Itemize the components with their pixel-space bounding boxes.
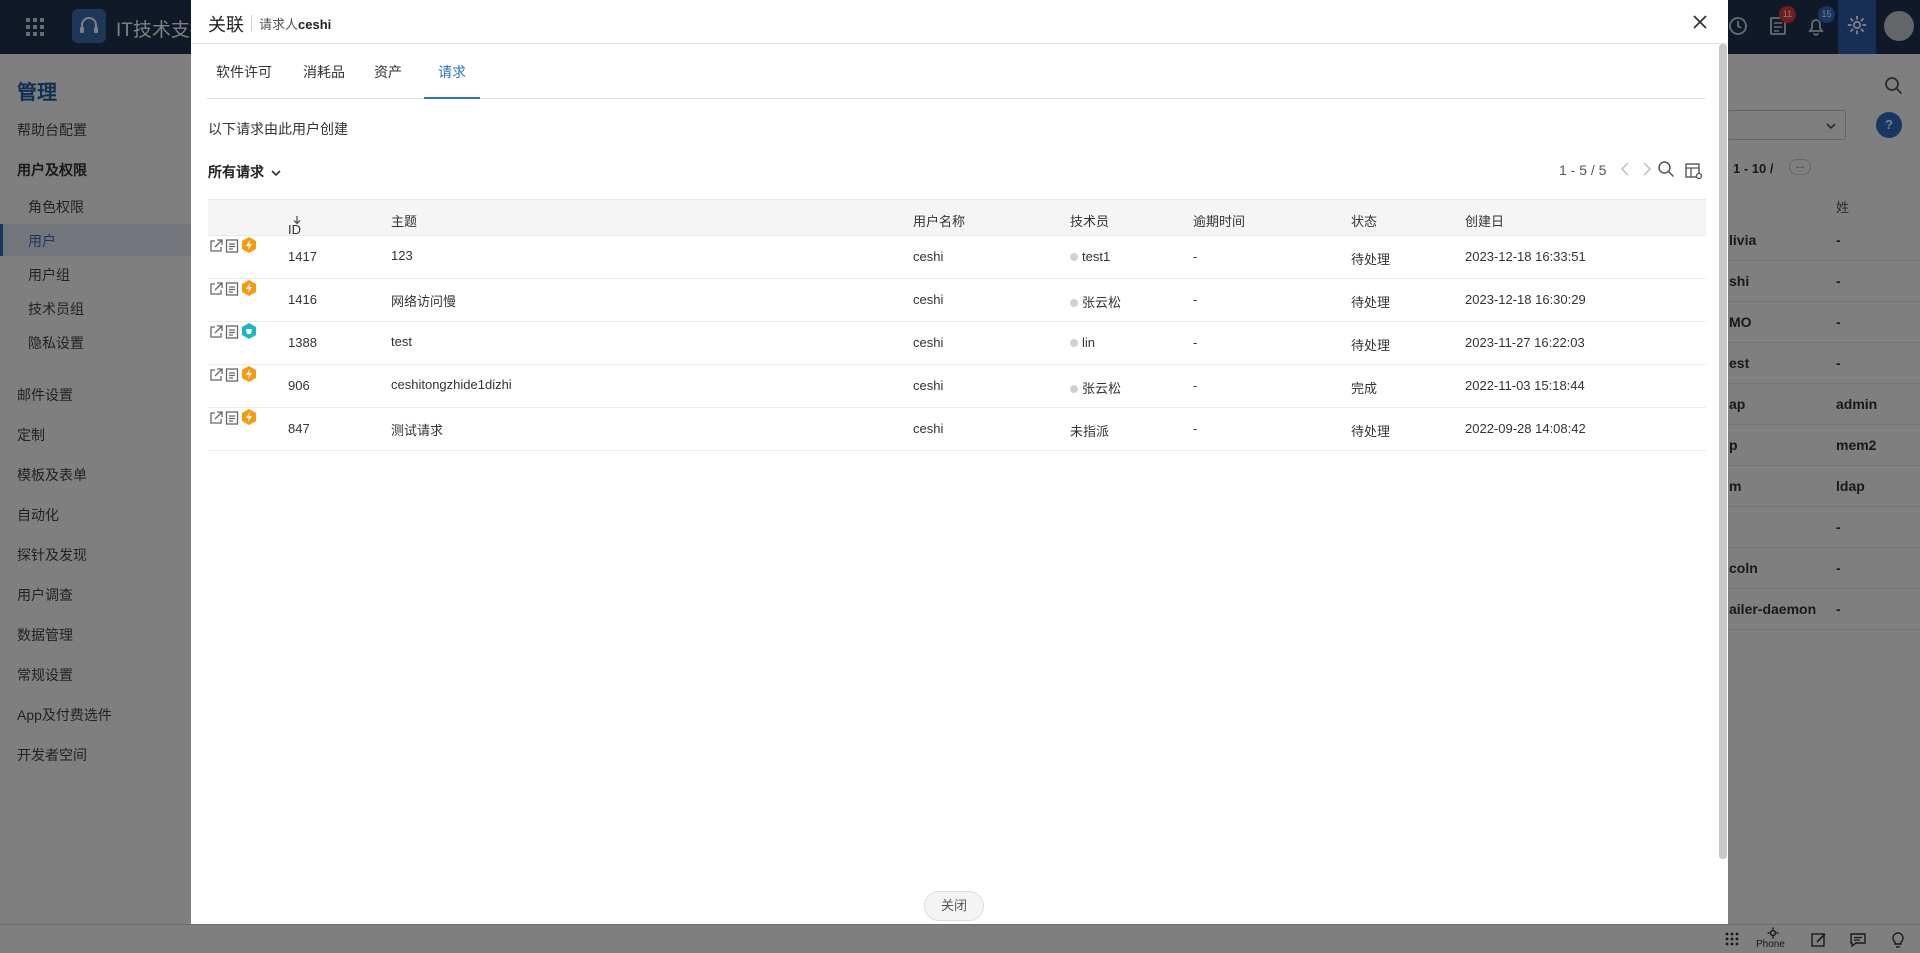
requester-label: 请求人 bbox=[259, 17, 299, 32]
presence-dot bbox=[1070, 252, 1078, 261]
request-user: ceshi bbox=[913, 421, 944, 436]
request-user: ceshi bbox=[913, 292, 944, 307]
request-filter-dropdown[interactable]: 所有请求 bbox=[208, 162, 282, 182]
column-header-id[interactable]: ID bbox=[288, 211, 302, 237]
request-status: 待处理 bbox=[1351, 338, 1391, 353]
request-due: - bbox=[1193, 249, 1198, 264]
column-header-created[interactable]: 创建日 bbox=[1465, 211, 1504, 230]
notes-icon[interactable] bbox=[224, 324, 240, 340]
request-id[interactable]: 847 bbox=[288, 421, 310, 436]
column-header-due[interactable]: 逾期时间 bbox=[1193, 211, 1245, 230]
tab-requests[interactable]: 请求 bbox=[424, 44, 480, 99]
notes-icon[interactable] bbox=[224, 367, 240, 383]
request-due: - bbox=[1193, 335, 1198, 350]
tab-bar: 软件许可 消耗品 资产 请求 bbox=[206, 44, 1706, 99]
request-technician: 张云松 bbox=[1070, 378, 1121, 397]
table-row[interactable]: 1417 123 ceshi test1 - 待处理 2023-12-18 16:33:51 bbox=[208, 236, 1706, 279]
open-external-icon[interactable] bbox=[208, 410, 224, 426]
request-technician: lin bbox=[1070, 335, 1095, 350]
presence-dot bbox=[1070, 384, 1078, 393]
dialog-title: 关联 bbox=[208, 15, 244, 35]
tab-software-licenses[interactable]: 软件许可 bbox=[206, 44, 282, 99]
scrollbar[interactable] bbox=[1719, 44, 1727, 859]
request-id[interactable]: 1388 bbox=[288, 335, 317, 350]
incident-icon bbox=[242, 280, 256, 296]
presence-dot bbox=[1070, 298, 1078, 307]
filter-label: 所有请求 bbox=[208, 164, 264, 180]
tab-consumables[interactable]: 消耗品 bbox=[292, 44, 356, 99]
request-due: - bbox=[1193, 421, 1198, 436]
intro-text: 以下请求由此用户创建 bbox=[208, 121, 348, 137]
column-header-status[interactable]: 状态 bbox=[1351, 211, 1377, 230]
request-created: 2023-11-27 16:22:03 bbox=[1465, 335, 1585, 350]
table-header: ID 主题 用户名称 技术员 逾期时间 状态 创建日 bbox=[208, 199, 1706, 237]
request-status: 待处理 bbox=[1351, 295, 1391, 310]
request-created: 2023-12-18 16:33:51 bbox=[1465, 249, 1586, 264]
request-subject[interactable]: ceshitongzhide1dizhi bbox=[391, 377, 512, 392]
request-user: ceshi bbox=[913, 335, 944, 350]
close-icon[interactable] bbox=[1690, 12, 1710, 32]
chevron-right-icon[interactable] bbox=[1637, 160, 1655, 178]
open-external-icon[interactable] bbox=[208, 238, 224, 254]
request-due: - bbox=[1193, 292, 1198, 307]
request-id[interactable]: 1416 bbox=[288, 292, 317, 307]
open-external-icon[interactable] bbox=[208, 367, 224, 383]
request-id[interactable]: 1417 bbox=[288, 249, 317, 264]
notes-icon[interactable] bbox=[224, 238, 240, 254]
request-technician: 张云松 bbox=[1070, 292, 1121, 311]
chevron-left-icon[interactable] bbox=[1617, 160, 1635, 178]
incident-icon bbox=[242, 366, 256, 382]
request-created: 2022-09-28 14:08:42 bbox=[1465, 421, 1586, 436]
request-user: ceshi bbox=[913, 378, 944, 393]
request-subject[interactable]: test bbox=[391, 334, 412, 349]
notes-icon[interactable] bbox=[224, 410, 240, 426]
dialog-subtitle: 请求人ceshi bbox=[259, 14, 331, 33]
request-due: - bbox=[1193, 378, 1198, 393]
request-user: ceshi bbox=[913, 249, 944, 264]
request-subject[interactable]: 网络访问慢 bbox=[391, 291, 456, 310]
request-technician: 未指派 bbox=[1070, 424, 1110, 439]
request-created: 2023-12-18 16:30:29 bbox=[1465, 292, 1586, 307]
dialog-header: 关联 请求人ceshi bbox=[191, 0, 1728, 44]
table-row[interactable]: 1388 test ceshi lin - 待处理 2023-11-27 16:22:03 bbox=[208, 322, 1706, 365]
open-external-icon[interactable] bbox=[208, 281, 224, 297]
open-external-icon[interactable] bbox=[208, 324, 224, 340]
close-button[interactable]: 关闭 bbox=[924, 891, 984, 921]
column-header-subject[interactable]: 主题 bbox=[391, 211, 417, 230]
table-row[interactable]: 847 测试请求 ceshi 未指派 - 待处理 2022-09-28 14:08:42 bbox=[208, 408, 1706, 451]
request-subject[interactable]: 测试请求 bbox=[391, 420, 443, 439]
service-request-icon bbox=[242, 323, 256, 339]
requests-table: ID 主题 用户名称 技术员 逾期时间 状态 创建日 1417 123 ceshi t… bbox=[208, 199, 1706, 451]
request-status: 完成 bbox=[1351, 381, 1378, 396]
requester-name: ceshi bbox=[298, 17, 332, 32]
request-status: 待处理 bbox=[1351, 424, 1391, 439]
pagination-info: 1 - 5 / 5 bbox=[1559, 162, 1607, 178]
incident-icon bbox=[242, 237, 256, 253]
chevron-down-icon bbox=[271, 170, 281, 177]
request-id[interactable]: 906 bbox=[288, 378, 310, 393]
request-status: 待处理 bbox=[1351, 252, 1391, 267]
column-header-user[interactable]: 用户名称 bbox=[913, 211, 965, 230]
tab-assets[interactable]: 资产 bbox=[366, 44, 410, 99]
request-technician: test1 bbox=[1070, 249, 1110, 264]
request-subject[interactable]: 123 bbox=[391, 248, 413, 263]
table-row[interactable]: 906 ceshitongzhide1dizhi ceshi 张云松 - 完成 2022-1… bbox=[208, 365, 1706, 408]
search-icon[interactable] bbox=[1657, 160, 1675, 178]
presence-dot bbox=[1070, 338, 1078, 347]
incident-icon bbox=[242, 409, 256, 425]
column-settings-icon[interactable] bbox=[1685, 162, 1703, 180]
column-header-technician[interactable]: 技术员 bbox=[1070, 211, 1109, 230]
request-created: 2022-11-03 15:18:44 bbox=[1465, 378, 1585, 393]
table-row[interactable]: 1416 网络访问慢 ceshi 张云松 - 待处理 2023-12-18 16:30:29 bbox=[208, 279, 1706, 322]
header-divider bbox=[251, 15, 252, 31]
associations-dialog: 关联 请求人ceshi 软件许可 消耗品 资产 请求 以下请求由此用户创建 所有… bbox=[191, 0, 1728, 924]
notes-icon[interactable] bbox=[224, 281, 240, 297]
